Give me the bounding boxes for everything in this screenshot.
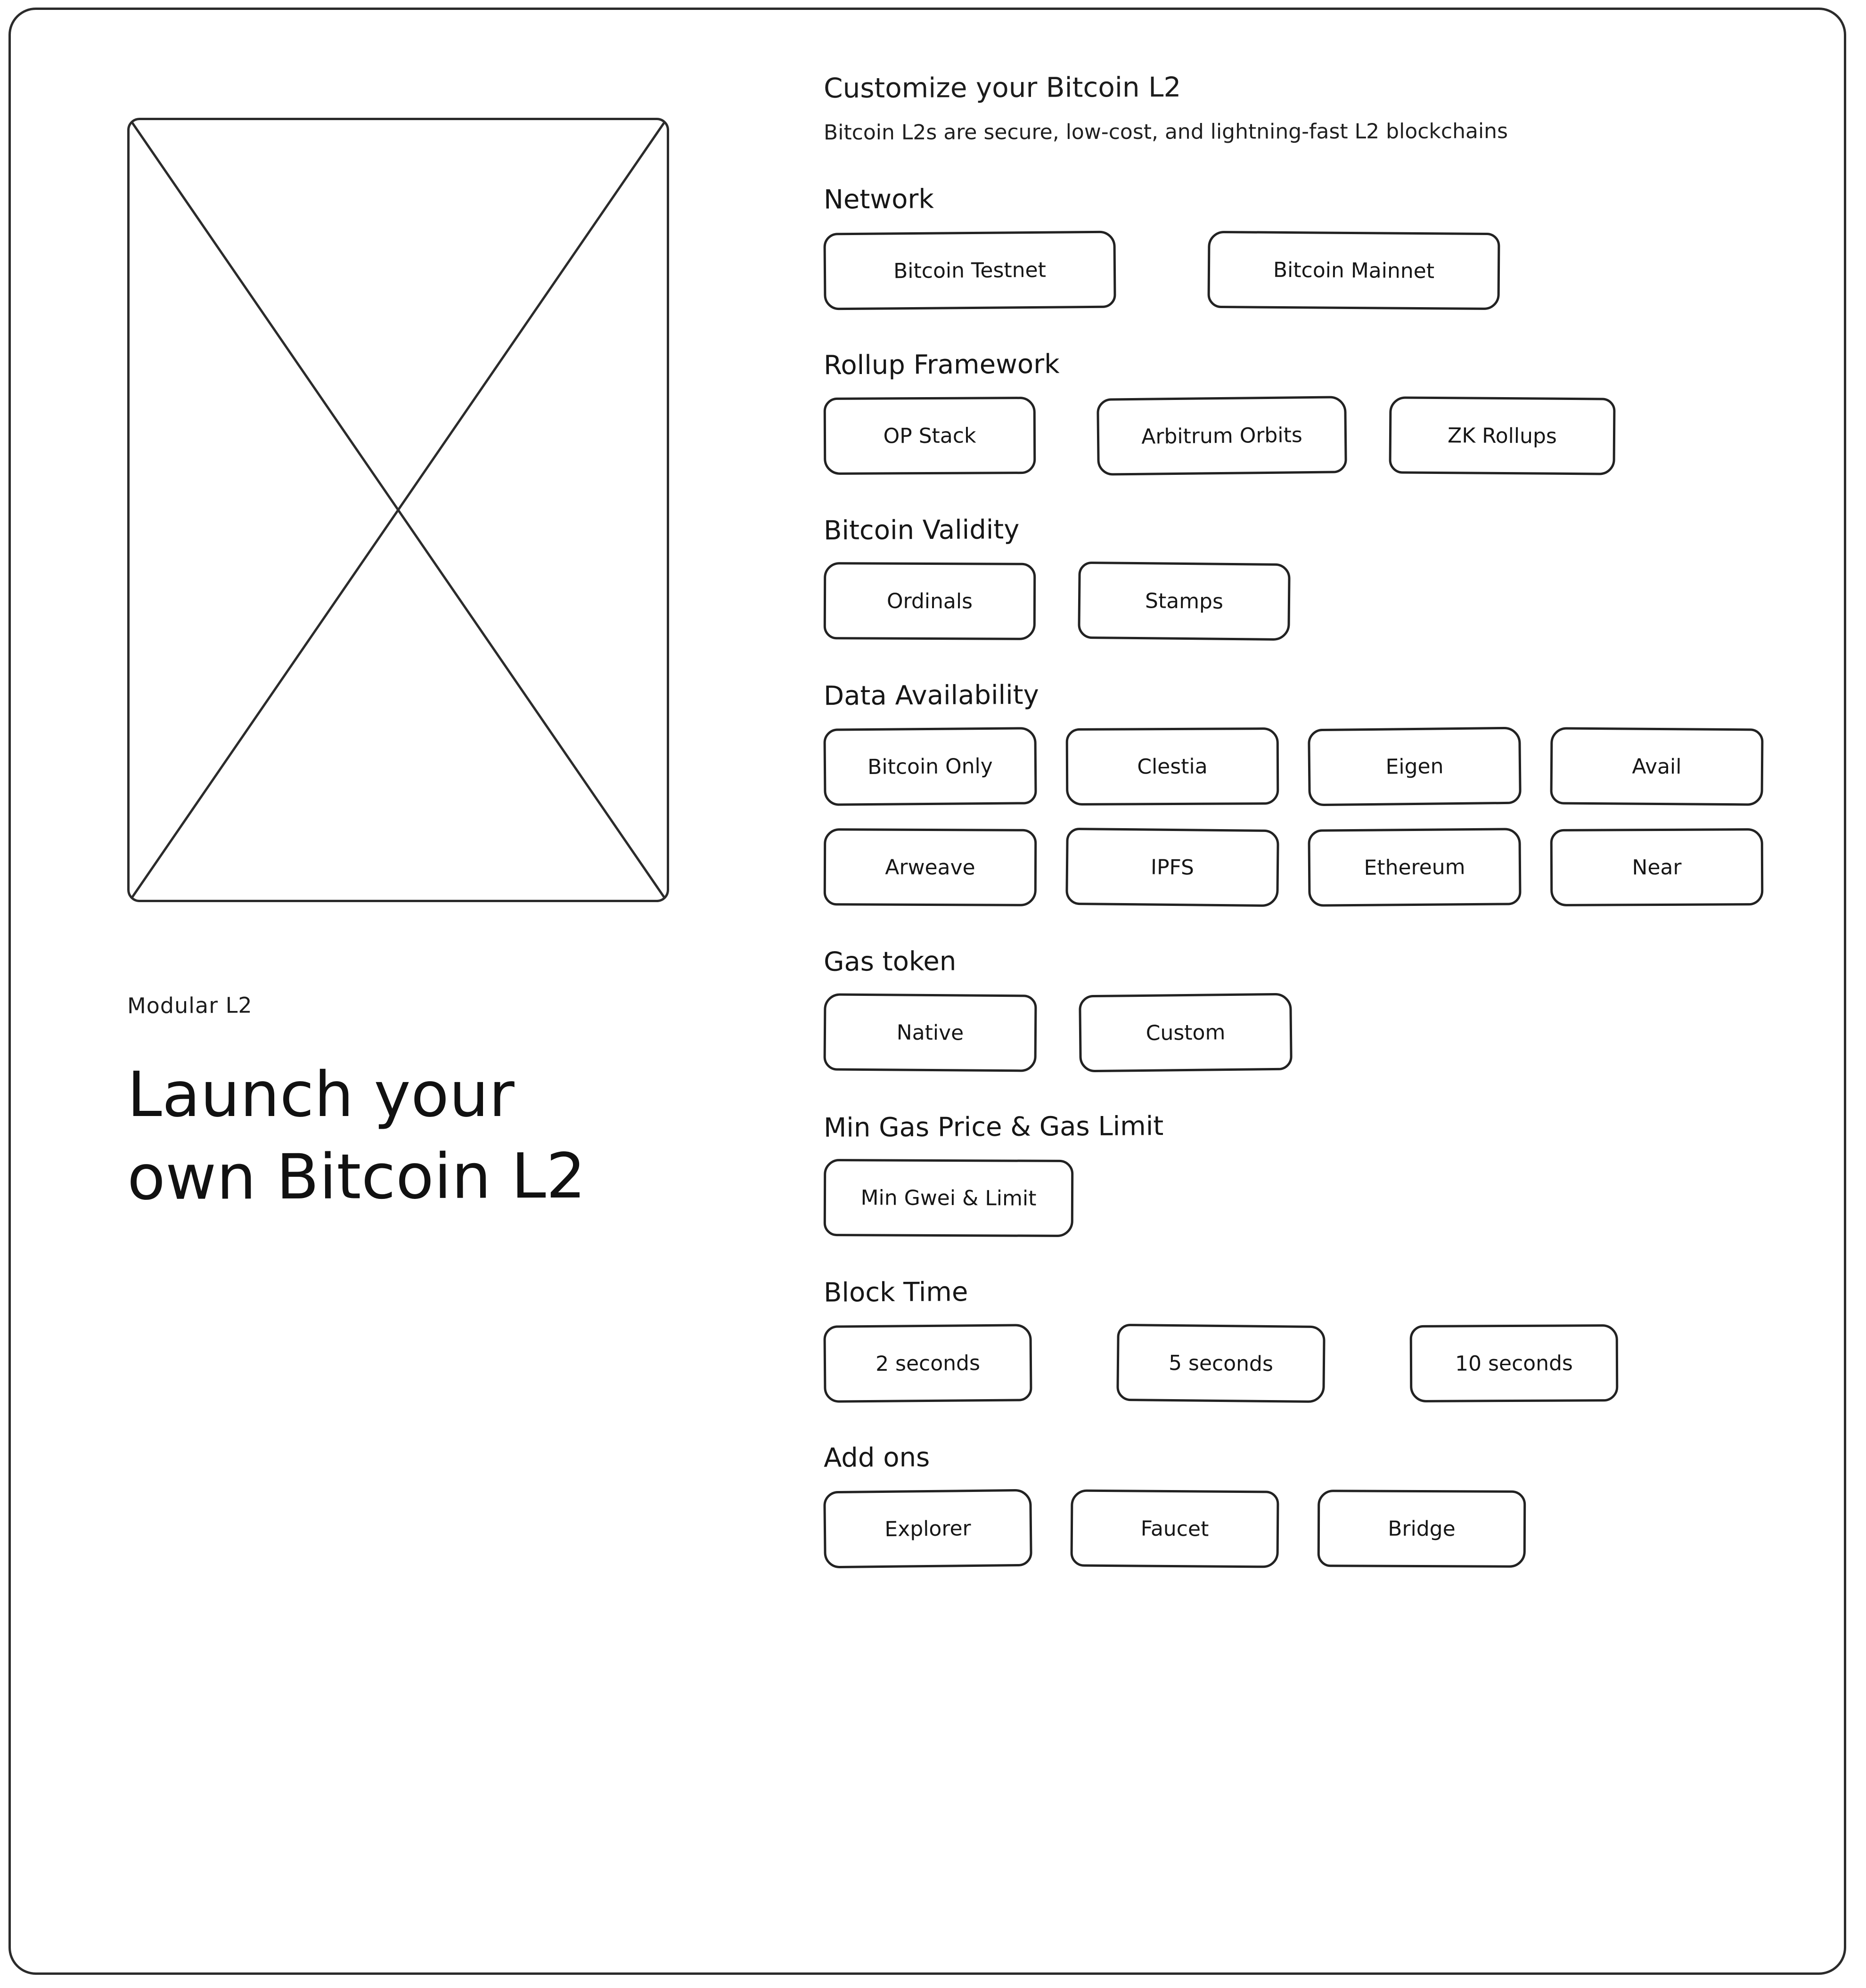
option-bitcoin-only[interactable]: Bitcoin Only (823, 727, 1037, 806)
option-arweave[interactable]: Arweave (823, 828, 1037, 906)
option-block-time-5-seconds[interactable]: 5 seconds (1116, 1323, 1326, 1403)
section-add-ons: Add ons Explorer Faucet Bridge (823, 1442, 1766, 1569)
option-min-gwei-and-limit[interactable]: Min Gwei & Limit (823, 1158, 1074, 1238)
section-label-bitcoin-validity: Bitcoin Validity (823, 514, 1020, 546)
section-gas-price-limit: Min Gas Price & Gas Limit Min Gwei & Lim… (823, 1111, 1766, 1238)
panel-title: Customize your Bitcoin L2 (823, 71, 1181, 105)
section-bitcoin-validity: Bitcoin Validity Ordinals Stamps (823, 514, 1766, 641)
option-explorer[interactable]: Explorer (823, 1489, 1032, 1569)
option-bitcoin-mainnet[interactable]: Bitcoin Mainnet (1207, 230, 1500, 310)
hero-column: Modular L2 Launch your own Bitcoin L2 (127, 118, 740, 1218)
option-bitcoin-testnet[interactable]: Bitcoin Testnet (823, 230, 1116, 310)
section-gas-token: Gas token Native Custom (823, 946, 1766, 1073)
image-placeholder (127, 118, 669, 902)
section-rollup-framework: Rollup Framework OP Stack Arbitrum Orbit… (823, 349, 1766, 476)
option-ethereum[interactable]: Ethereum (1308, 828, 1522, 907)
option-zk-rollups[interactable]: ZK Rollups (1389, 396, 1616, 475)
option-native[interactable]: Native (823, 993, 1037, 1072)
placeholder-cross-icon (131, 122, 665, 898)
headline-line-1: Launch your (127, 1059, 515, 1131)
option-ipfs[interactable]: IPFS (1065, 827, 1279, 907)
section-label-gas-token: Gas token (823, 946, 957, 978)
headline-line-2: own Bitcoin L2 (127, 1140, 586, 1214)
section-label-gas-price-limit: Min Gas Price & Gas Limit (823, 1111, 1164, 1143)
option-op-stack[interactable]: OP Stack (823, 397, 1036, 475)
option-group-data-availability-row-1: Bitcoin Only Clestia Eigen Avail (823, 726, 1766, 807)
page-title: Launch your own Bitcoin L2 (127, 1054, 721, 1218)
option-group-block-time: 2 seconds 5 seconds 10 seconds (823, 1323, 1766, 1403)
option-group-bitcoin-validity: Ordinals Stamps (823, 561, 1766, 641)
option-arbitrum-orbits[interactable]: Arbitrum Orbits (1097, 396, 1347, 476)
section-network: Network Bitcoin Testnet Bitcoin Mainnet (823, 184, 1766, 310)
option-near[interactable]: Near (1550, 828, 1764, 906)
option-block-time-2-seconds[interactable]: 2 seconds (823, 1324, 1032, 1403)
option-custom[interactable]: Custom (1079, 993, 1293, 1073)
section-label-network: Network (823, 184, 934, 215)
option-group-network: Bitcoin Testnet Bitcoin Mainnet (823, 230, 1766, 310)
section-data-availability: Data Availability Bitcoin Only Clestia E… (823, 679, 1766, 907)
panel-subtitle: Bitcoin L2s are secure, low-cost, and li… (823, 119, 1508, 145)
option-bridge[interactable]: Bridge (1317, 1490, 1526, 1568)
hero-eyebrow: Modular L2 (127, 992, 253, 1018)
option-group-data-availability-row-2: Arweave IPFS Ethereum Near (823, 827, 1766, 907)
section-block-time: Block Time 2 seconds 5 seconds 10 second… (823, 1277, 1766, 1403)
option-group-gas-token: Native Custom (823, 993, 1766, 1073)
config-panel: Customize your Bitcoin L2 Bitcoin L2s ar… (823, 71, 1766, 1569)
section-label-add-ons: Add ons (823, 1442, 930, 1474)
option-group-gas-price-limit: Min Gwei & Limit (823, 1158, 1766, 1238)
option-block-time-10-seconds[interactable]: 10 seconds (1409, 1324, 1619, 1402)
section-label-data-availability: Data Availability (823, 679, 1039, 712)
option-stamps[interactable]: Stamps (1078, 561, 1291, 641)
option-faucet[interactable]: Faucet (1070, 1489, 1279, 1568)
option-clestia[interactable]: Clestia (1065, 727, 1279, 806)
option-group-rollup-framework: OP Stack Arbitrum Orbits ZK Rollups (823, 396, 1766, 476)
option-ordinals[interactable]: Ordinals (823, 562, 1036, 640)
option-group-add-ons: Explorer Faucet Bridge (823, 1489, 1766, 1569)
section-label-block-time: Block Time (823, 1277, 968, 1308)
option-avail[interactable]: Avail (1550, 727, 1764, 806)
option-eigen[interactable]: Eigen (1308, 726, 1522, 807)
section-label-rollup-framework: Rollup Framework (823, 349, 1060, 381)
